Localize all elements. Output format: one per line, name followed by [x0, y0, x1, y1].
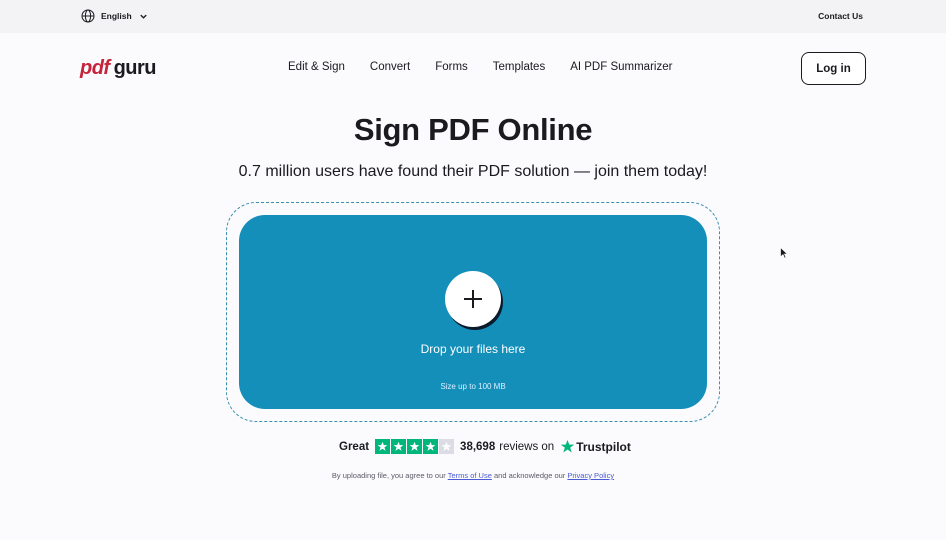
- privacy-policy-link[interactable]: Privacy Policy: [567, 471, 614, 480]
- rating-stars: [375, 439, 455, 454]
- dropzone-prompt: Drop your files here: [420, 342, 526, 356]
- trustpilot-label: Trustpilot: [576, 439, 631, 454]
- trustpilot-star-icon: [560, 439, 575, 453]
- star-icon: [441, 441, 452, 451]
- nav-item-ai-pdf-summarizer[interactable]: AI PDF Summarizer: [570, 61, 672, 73]
- logo-pdf-text: pdf: [80, 57, 110, 79]
- upload-button[interactable]: [445, 271, 501, 327]
- nav-item-convert[interactable]: Convert: [370, 61, 410, 73]
- rating-label: Great: [339, 440, 370, 453]
- chevron-down-icon: [140, 14, 147, 19]
- star-filled: [375, 439, 391, 454]
- mouse-cursor-icon: [780, 247, 788, 259]
- trustpilot-logo[interactable]: Trustpilot: [560, 439, 631, 454]
- dropzone-size-limit: Size up to 100 MB: [440, 382, 506, 391]
- login-button[interactable]: Log in: [801, 52, 866, 85]
- top-bar: English Contact Us: [0, 0, 946, 33]
- main-nav: Edit & Sign Convert Forms Templates AI P…: [288, 61, 672, 73]
- reviews-text: reviews on: [499, 440, 555, 453]
- language-label: English: [101, 11, 132, 21]
- star-icon: [425, 441, 436, 451]
- trustpilot-rating: Great 38,698 reviews on Trustpilot: [339, 439, 631, 454]
- logo-guru-text: guru: [113, 57, 157, 79]
- file-dropzone[interactable]: Drop your files here Size up to 100 MB: [239, 215, 707, 409]
- star-filled: [423, 439, 439, 454]
- page-title: Sign PDF Online: [353, 112, 593, 147]
- star-empty: [439, 439, 455, 454]
- globe-icon: [81, 9, 95, 23]
- star-filled: [407, 439, 423, 454]
- nav-item-edit-sign[interactable]: Edit & Sign: [288, 61, 345, 73]
- star-icon: [393, 441, 404, 451]
- nav-item-templates[interactable]: Templates: [493, 61, 545, 73]
- legal-notice: By uploading file, you agree to our Term…: [0, 471, 946, 480]
- review-count: 38,698: [460, 440, 496, 453]
- star-icon: [409, 441, 420, 451]
- legal-prefix: By uploading file, you agree to our: [331, 471, 446, 480]
- contact-us-link[interactable]: Contact Us: [818, 11, 863, 21]
- plus-icon: [464, 290, 482, 308]
- terms-of-use-link[interactable]: Terms of Use: [448, 471, 492, 480]
- legal-middle: and acknowledge our: [493, 471, 566, 480]
- star-filled: [391, 439, 407, 454]
- logo[interactable]: pdf guru: [80, 57, 157, 80]
- star-icon: [377, 441, 388, 451]
- language-selector[interactable]: English: [81, 9, 148, 23]
- page-subtitle: 0.7 million users have found their PDF s…: [238, 163, 708, 180]
- nav-item-forms[interactable]: Forms: [435, 61, 468, 73]
